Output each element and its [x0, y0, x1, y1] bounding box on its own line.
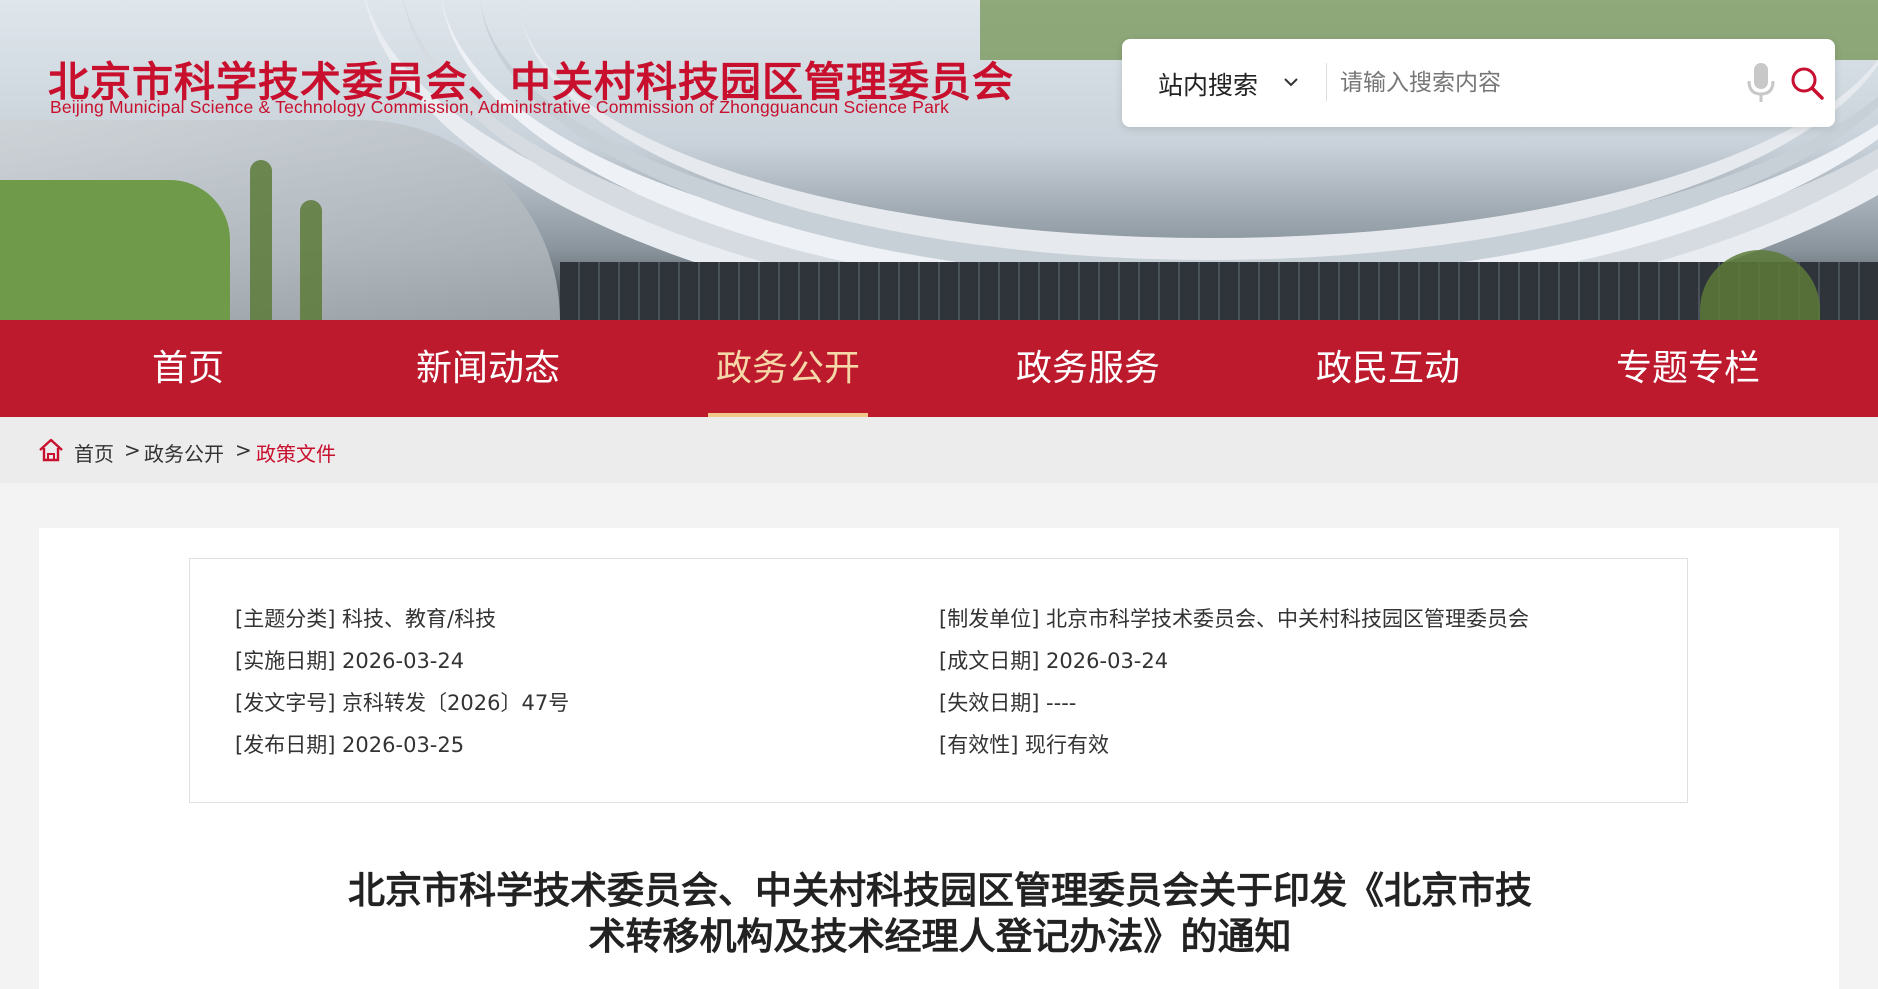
nav-item-interaction[interactable]: 政民互动	[1308, 320, 1468, 417]
chevron-down-icon[interactable]	[1281, 72, 1301, 92]
breadcrumb-gov-affairs[interactable]: 政务公开	[144, 438, 224, 467]
meta-doc-number: [发文字号] 京科转发〔2026〕47号	[235, 691, 570, 715]
meta-topic: [主题分类] 科技、教育/科技	[235, 607, 497, 631]
main-nav: 首页 新闻动态 政务公开 政务服务 政民互动 专题专栏	[0, 320, 1878, 417]
nav-item-news[interactable]: 新闻动态	[408, 320, 568, 417]
breadcrumb: 首页 > 政务公开 > 政策文件	[0, 417, 1878, 483]
breadcrumb-separator: >	[124, 438, 141, 462]
breadcrumb-separator: >	[235, 438, 252, 462]
search-input[interactable]	[1340, 59, 1740, 107]
nav-item-gov-affairs[interactable]: 政务公开	[708, 320, 868, 417]
document-title-line2: 术转移机构及技术经理人登记办法》的通知	[588, 915, 1292, 958]
document-meta-box: [主题分类] 科技、教育/科技 [实施日期] 2026-03-24 [发文字号]…	[189, 558, 1688, 803]
nav-item-home[interactable]: 首页	[128, 320, 248, 417]
meta-expiry-date: [失效日期] ----	[939, 691, 1077, 715]
home-icon[interactable]	[38, 438, 64, 462]
meta-publish-date: [发布日期] 2026-03-25	[235, 733, 465, 757]
document-title-line1: 北京市科学技术委员会、中关村科技园区管理委员会关于印发《北京市技	[348, 869, 1532, 912]
meta-validity: [有效性] 现行有效	[939, 733, 1110, 757]
search-box: 站内搜索	[1122, 39, 1835, 127]
nav-item-gov-services[interactable]: 政务服务	[1008, 320, 1168, 417]
nav-item-special-topics[interactable]: 专题专栏	[1608, 320, 1768, 417]
breadcrumb-current[interactable]: 政策文件	[256, 438, 336, 467]
meta-implement-date: [实施日期] 2026-03-24	[235, 649, 465, 673]
microphone-icon[interactable]	[1744, 61, 1778, 105]
site-subtitle: Beijing Municipal Science & Technology C…	[50, 97, 950, 117]
meta-issuer: [制发单位] 北京市科学技术委员会、中关村科技园区管理委员会	[939, 607, 1530, 631]
breadcrumb-home[interactable]: 首页	[74, 438, 114, 467]
search-divider	[1326, 63, 1327, 101]
document-title: 北京市科学技术委员会、中关村科技园区管理委员会关于印发《北京市技 术转移机构及技…	[230, 868, 1650, 960]
search-icon[interactable]	[1789, 65, 1825, 101]
meta-written-date: [成文日期] 2026-03-24	[939, 649, 1169, 673]
nav-item-label: 政务公开	[715, 348, 860, 389]
search-scope-select[interactable]: 站内搜索	[1158, 66, 1258, 102]
